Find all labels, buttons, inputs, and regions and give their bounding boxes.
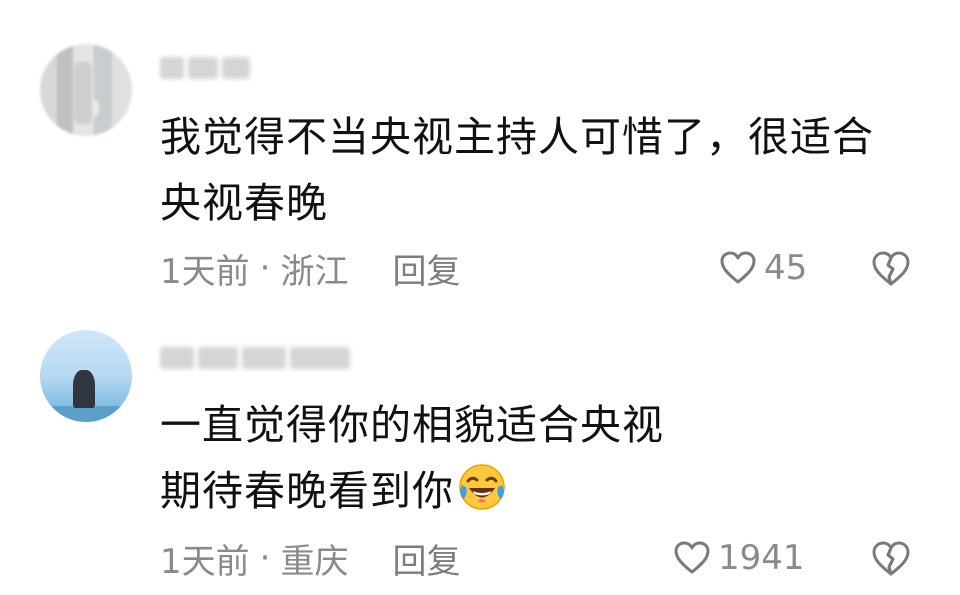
- heart-outline-icon: [720, 251, 756, 284]
- comment-text: 我觉得不当央视主持人可惜了，很适合 央视春晚: [160, 104, 920, 236]
- meta-separator: ·: [259, 248, 271, 288]
- comment-text: 一直觉得你的相貌适合央视 期待春晚看到你: [160, 392, 920, 524]
- comment-text-line: 期待春晚看到你: [160, 458, 920, 524]
- avatar-background: [40, 406, 132, 422]
- comment-time: 1天前: [160, 541, 250, 582]
- laughing-tears-emoji-icon: [459, 464, 505, 510]
- comment-location: 重庆: [280, 541, 349, 582]
- comment-meta: 1天前 · 重庆 回复: [160, 534, 460, 583]
- dislike-button[interactable]: [870, 248, 912, 290]
- comment-text-line: 我觉得不当央视主持人可惜了，很适合: [160, 113, 874, 161]
- dislike-button[interactable]: [870, 538, 912, 580]
- heart-outline-icon: [674, 541, 710, 574]
- username-blurred[interactable]: [160, 344, 350, 372]
- broken-heart-icon: [872, 541, 910, 576]
- comment-text-line: 央视春晚: [160, 179, 328, 227]
- meta-separator: ·: [259, 538, 271, 578]
- like-count: 1941: [718, 538, 805, 578]
- reply-button[interactable]: 回复: [392, 244, 460, 293]
- comment-location: 浙江: [280, 251, 349, 292]
- comment-text-line: 一直觉得你的相貌适合央视: [160, 401, 664, 449]
- avatar[interactable]: [40, 44, 132, 136]
- reply-button[interactable]: 回复: [392, 534, 460, 583]
- like-button[interactable]: 1941: [672, 536, 805, 580]
- comment-time: 1天前: [160, 251, 250, 292]
- comment-text-segment: 期待春晚看到你: [160, 467, 454, 515]
- like-button[interactable]: 45: [718, 246, 807, 290]
- avatar[interactable]: [40, 330, 132, 422]
- avatar-figure: [73, 370, 95, 408]
- broken-heart-icon: [872, 251, 910, 286]
- username-blurred[interactable]: [160, 54, 250, 82]
- like-count: 45: [764, 248, 808, 288]
- comment-meta: 1天前 · 浙江 回复: [160, 244, 460, 293]
